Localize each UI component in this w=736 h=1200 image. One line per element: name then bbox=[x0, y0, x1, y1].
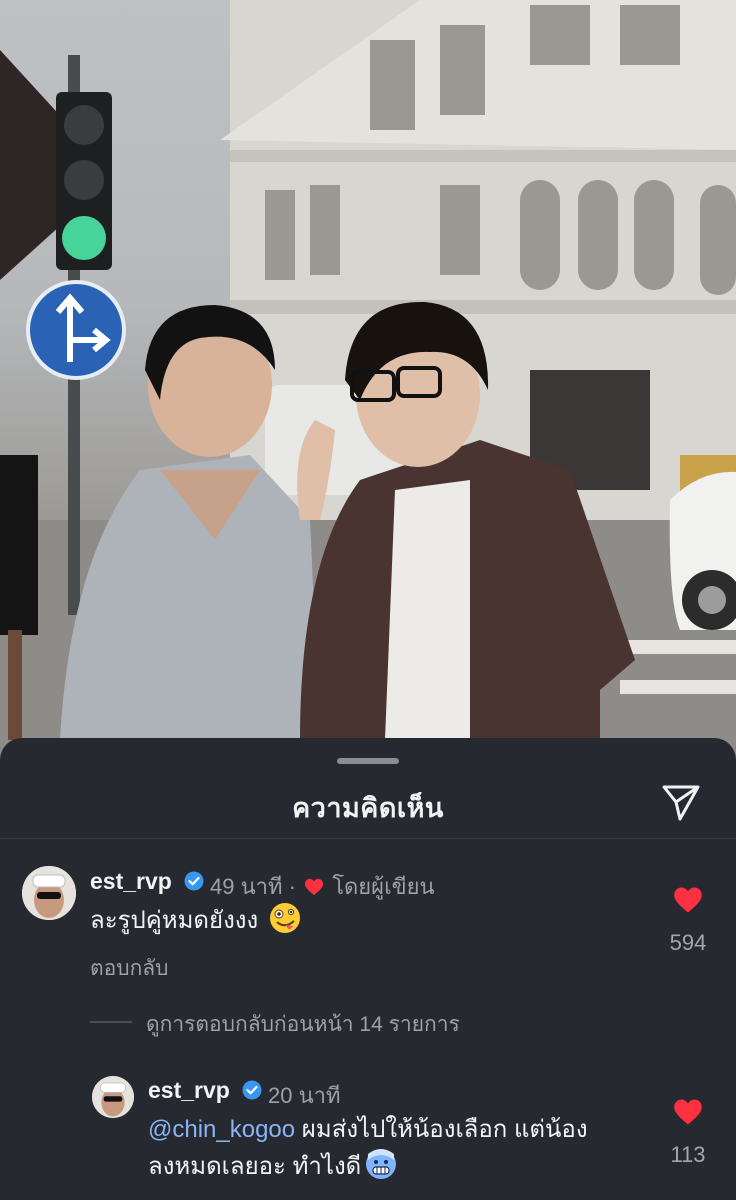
avatar[interactable] bbox=[22, 866, 76, 920]
sheet-title: ความคิดเห็น bbox=[292, 793, 444, 823]
divider bbox=[0, 838, 736, 839]
meta-separator: · bbox=[288, 874, 296, 899]
reply-text-part2: ลงหมดเลยอะ ทำไงดี bbox=[148, 1153, 362, 1180]
liked-by-author-label: โดยผู้เขียน bbox=[332, 874, 435, 899]
comment-username[interactable]: est_rvp bbox=[90, 868, 172, 895]
reply-button[interactable]: ตอบกลับ bbox=[90, 952, 169, 985]
comment-text: ละรูปคู่หมดยังงง bbox=[90, 902, 301, 939]
reply-username[interactable]: est_rvp bbox=[148, 1077, 230, 1104]
reply-text-line1: @chin_kogoo ผมส่งไปให้น้องเลือก แต่น้อง bbox=[148, 1112, 658, 1148]
reply-text-line2: ลงหมดเลยอะ ทำไงดี bbox=[148, 1148, 658, 1185]
comment-text-body: ละรูปคู่หมดยังงง bbox=[90, 907, 259, 934]
like-count: 113 bbox=[670, 1142, 706, 1167]
avatar[interactable] bbox=[92, 1076, 134, 1118]
reply-text: @chin_kogoo ผมส่งไปให้น้องเลือก แต่น้อง … bbox=[148, 1112, 658, 1185]
view-previous-replies-button[interactable]: ดูการตอบกลับก่อนหน้า 14 รายการ bbox=[146, 1008, 460, 1041]
like-heart-icon[interactable] bbox=[673, 886, 703, 914]
like-heart-icon[interactable] bbox=[673, 1098, 703, 1126]
replies-line bbox=[90, 1021, 132, 1023]
verified-badge-icon bbox=[242, 1080, 262, 1100]
post-photo bbox=[0, 0, 736, 760]
reply-time: 20 นาที bbox=[268, 1083, 341, 1108]
freezing-face-emoji-icon bbox=[366, 1149, 397, 1179]
send-icon bbox=[662, 785, 700, 821]
heart-filled-icon bbox=[305, 878, 324, 896]
sheet-drag-handle[interactable] bbox=[337, 758, 399, 764]
like-count: 594 bbox=[669, 930, 707, 955]
share-button[interactable] bbox=[660, 782, 702, 822]
verified-badge-icon bbox=[184, 871, 204, 891]
mention-link[interactable]: @chin_kogoo bbox=[148, 1116, 295, 1143]
reply-text-part1: ผมส่งไปให้น้องเลือก แต่น้อง bbox=[295, 1116, 588, 1143]
zany-face-emoji-icon bbox=[269, 903, 300, 933]
comments-sheet: ความคิดเห็น est_rvp 49 นาที · โดยผู้เขีย… bbox=[0, 738, 736, 1200]
comment-time: 49 นาที bbox=[210, 874, 283, 899]
comment-meta: 49 นาที · โดยผู้เขียน bbox=[210, 869, 435, 904]
